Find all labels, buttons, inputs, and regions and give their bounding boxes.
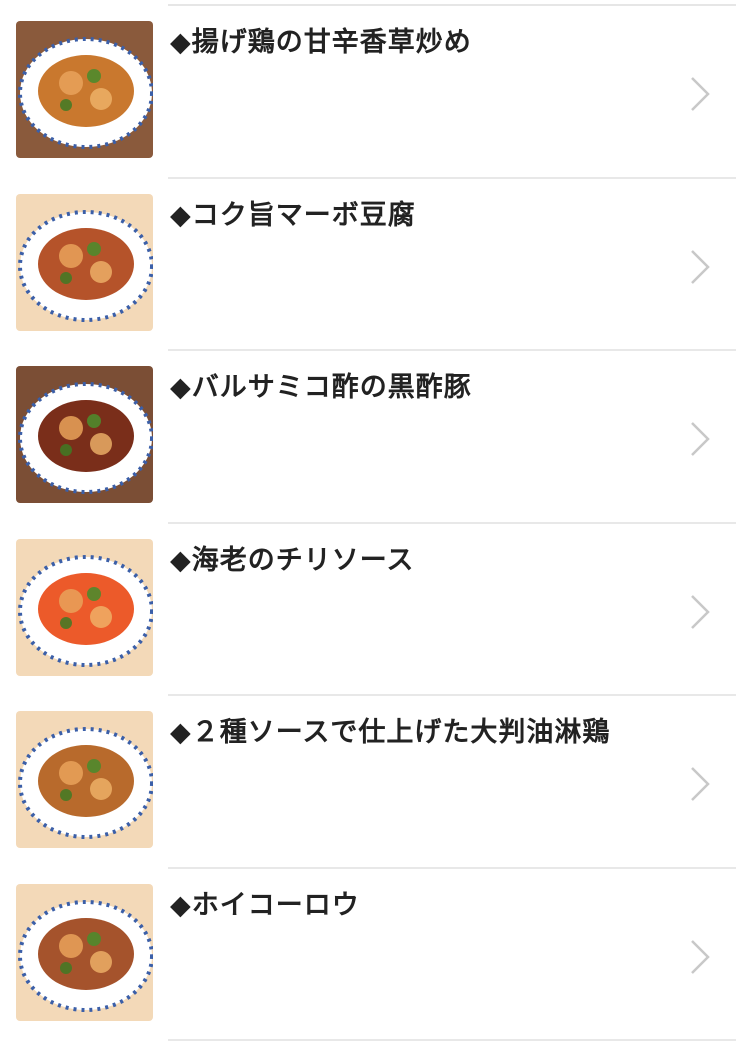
menu-item-title: ◆バルサミコ酢の黒酢豚	[170, 365, 472, 404]
menu-item[interactable]: ◆コク旨マーボ豆腐	[0, 179, 736, 352]
dish-illustration	[16, 21, 153, 158]
dish-photo	[16, 539, 153, 676]
chevron-right-icon	[686, 592, 716, 632]
dish-photo	[16, 366, 153, 503]
menu-item-title: ◆ホイコーロウ	[170, 883, 360, 922]
menu-item[interactable]: ◆バルサミコ酢の黒酢豚	[0, 351, 736, 524]
menu-item-title: ◆コク旨マーボ豆腐	[170, 193, 416, 232]
menu-item-title: ◆海老のチリソース	[170, 538, 414, 577]
dish-photo	[16, 884, 153, 1021]
menu-item[interactable]: ◆揚げ鶏の甘辛香草炒め	[0, 6, 736, 179]
dish-illustration	[16, 884, 153, 1021]
menu-item[interactable]: ◆ホイコーロウ	[0, 869, 736, 1041]
menu-item[interactable]: ◆海老のチリソース	[0, 524, 736, 697]
dish-illustration	[16, 194, 153, 331]
chevron-right-icon	[686, 937, 716, 977]
chevron-right-icon	[686, 247, 716, 287]
menu-item-title: ◆揚げ鶏の甘辛香草炒め	[170, 20, 472, 59]
dish-photo	[16, 21, 153, 158]
chevron-right-icon	[686, 419, 716, 459]
dish-illustration	[16, 366, 153, 503]
dish-photo	[16, 194, 153, 331]
dish-photo	[16, 711, 153, 848]
dish-illustration	[16, 711, 153, 848]
chevron-right-icon	[686, 74, 716, 114]
menu-item[interactable]: ◆２種ソースで仕上げた大判油淋鶏	[0, 696, 736, 869]
menu-list: ◆揚げ鶏の甘辛香草炒め ◆コク旨マーボ豆腐 ◆バルサミコ酢の黒酢豚 ◆海老のチリ…	[0, 6, 736, 1041]
dish-illustration	[16, 539, 153, 676]
chevron-right-icon	[686, 764, 716, 804]
menu-item-title: ◆２種ソースで仕上げた大判油淋鶏	[170, 710, 610, 749]
